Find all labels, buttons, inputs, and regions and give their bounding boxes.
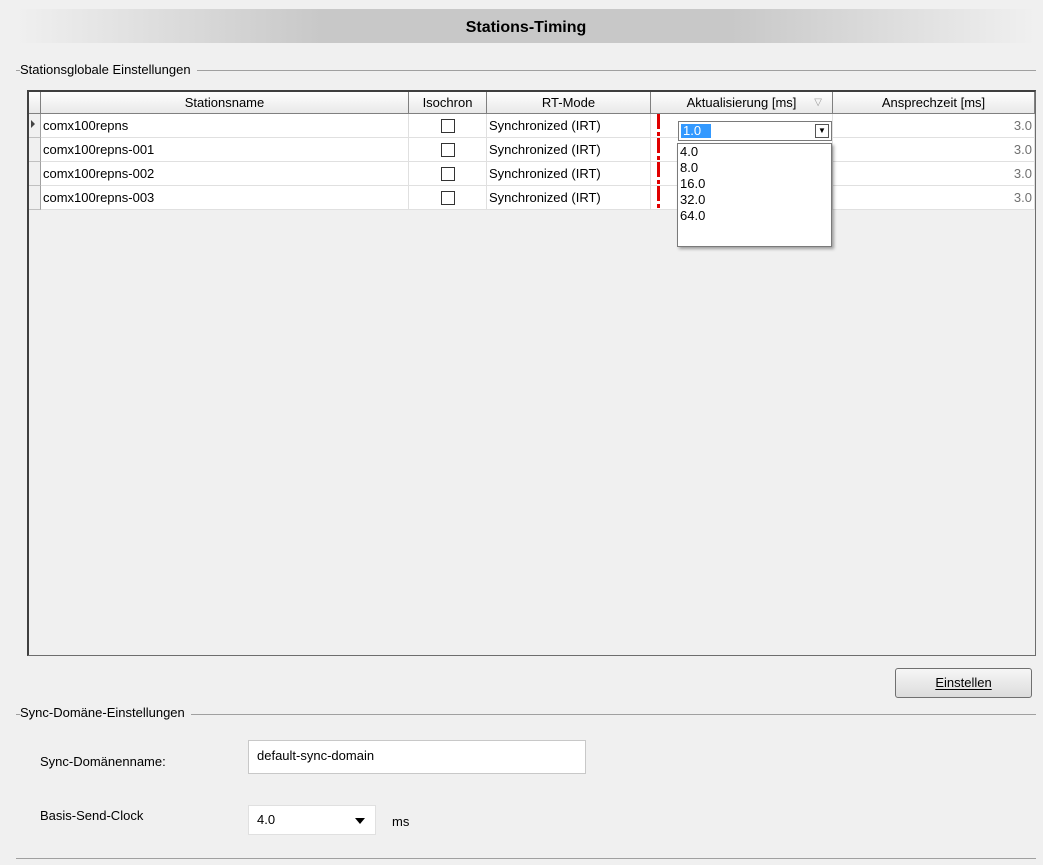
rt-mode-cell[interactable]: Synchronized (IRT) (487, 114, 651, 138)
base-send-clock-select[interactable]: 4.0 (248, 805, 376, 835)
isochron-cell[interactable] (409, 186, 487, 210)
base-send-clock-unit: ms (392, 814, 410, 829)
table-row[interactable]: comx100repns Synchronized (IRT) 3.0 (29, 114, 1035, 138)
station-name-cell[interactable]: comx100repns-001 (41, 138, 409, 162)
panel-title: Stations-Timing (465, 19, 587, 36)
isochron-checkbox[interactable] (441, 143, 455, 157)
col-header-ansprechzeit[interactable]: Ansprechzeit [ms] (833, 92, 1035, 114)
sync-domain-name-input[interactable]: default-sync-domain (248, 740, 586, 774)
isochron-checkbox[interactable] (441, 191, 455, 205)
dropdown-option[interactable]: 32.0 (678, 192, 831, 208)
panel-title-bar: Stations-Timing (16, 9, 1036, 43)
table-row[interactable]: comx100repns-002 Synchronized (IRT) 3.0 (29, 162, 1035, 186)
col-header-aktualisierung-label: Aktualisierung [ms] (686, 95, 797, 110)
response-cell[interactable]: 3.0 (833, 114, 1035, 138)
chevron-down-icon (355, 818, 365, 824)
combo-dropdown-button[interactable]: ▼ (815, 124, 829, 138)
station-name-cell[interactable]: comx100repns (41, 114, 409, 138)
stations-group-label: Stationsglobale Einstellungen (20, 62, 197, 77)
isochron-cell[interactable] (409, 114, 487, 138)
col-header-aktualisierung[interactable]: Aktualisierung [ms] ▽ (651, 92, 833, 114)
table-row[interactable]: comx100repns-001 Synchronized (IRT) 3.0 (29, 138, 1035, 162)
col-header-rt-mode[interactable]: RT-Mode (487, 92, 651, 114)
base-send-clock-value: 4.0 (257, 812, 276, 827)
base-send-clock-label: Basis-Send-Clock (40, 808, 144, 823)
station-name-cell[interactable]: comx100repns-002 (41, 162, 409, 186)
row-selector[interactable] (29, 186, 41, 210)
isochron-checkbox[interactable] (441, 119, 455, 133)
apply-button-label: Einstellen (935, 675, 992, 690)
rt-mode-cell[interactable]: Synchronized (IRT) (487, 186, 651, 210)
sort-indicator-icon: ▽ (814, 97, 822, 108)
chevron-down-icon: ▼ (818, 126, 826, 135)
dropdown-option[interactable]: 64.0 (678, 208, 831, 224)
rt-mode-cell[interactable]: Synchronized (IRT) (487, 162, 651, 186)
rt-mode-cell[interactable]: Synchronized (IRT) (487, 138, 651, 162)
dropdown-option[interactable]: 4.0 (678, 144, 831, 160)
update-rate-combo[interactable]: 1.0 ▼ (678, 121, 832, 141)
stations-grid[interactable]: Stationsname Isochron RT-Mode Aktualisie… (27, 90, 1036, 656)
warning-mark-icon (657, 186, 660, 209)
warning-mark-icon (657, 162, 660, 185)
sync-group-label: Sync-Domäne-Einstellungen (20, 705, 191, 720)
row-selector[interactable] (29, 114, 41, 138)
dropdown-option[interactable]: 8.0 (678, 160, 831, 176)
station-name-cell[interactable]: comx100repns-003 (41, 186, 409, 210)
update-rate-dropdown-list[interactable]: 4.0 8.0 16.0 32.0 64.0 (677, 143, 832, 247)
sync-domain-name-label: Sync-Domänenname: (40, 754, 166, 769)
update-rate-selected-value[interactable]: 1.0 (681, 124, 711, 138)
current-row-arrow-icon (31, 120, 35, 128)
warning-mark-icon (657, 138, 660, 161)
col-header-stationsname[interactable]: Stationsname (41, 92, 409, 114)
response-cell[interactable]: 3.0 (833, 162, 1035, 186)
row-selector[interactable] (29, 162, 41, 186)
response-cell[interactable]: 3.0 (833, 186, 1035, 210)
apply-button[interactable]: Einstellen (895, 668, 1032, 698)
response-cell[interactable]: 3.0 (833, 138, 1035, 162)
dropdown-option[interactable]: 16.0 (678, 176, 831, 192)
row-selector[interactable] (29, 138, 41, 162)
isochron-cell[interactable] (409, 138, 487, 162)
isochron-checkbox[interactable] (441, 167, 455, 181)
grid-corner-header (29, 92, 41, 114)
bottom-separator (16, 858, 1036, 859)
isochron-cell[interactable] (409, 162, 487, 186)
col-header-isochron[interactable]: Isochron (409, 92, 487, 114)
table-row[interactable]: comx100repns-003 Synchronized (IRT) 3.0 (29, 186, 1035, 210)
warning-mark-icon (657, 114, 660, 137)
